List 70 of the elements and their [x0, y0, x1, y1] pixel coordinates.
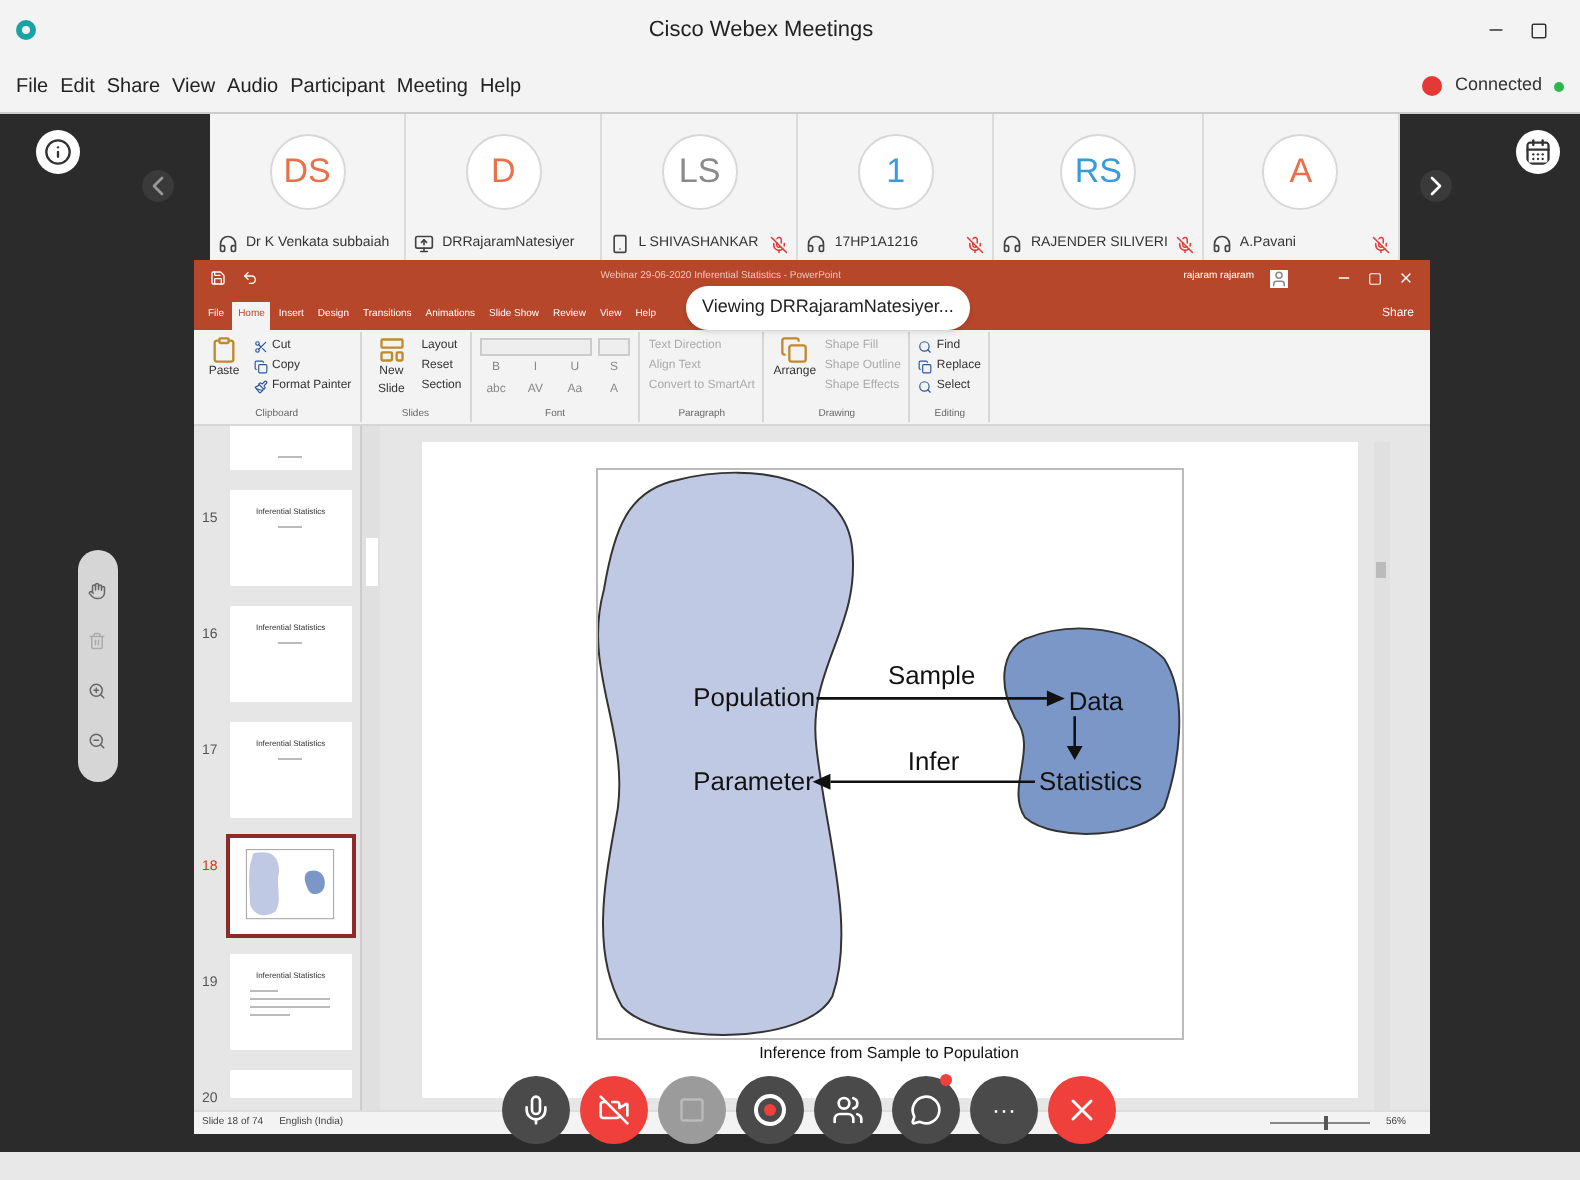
record-status-icon	[1422, 76, 1443, 96]
zoom-in-icon[interactable]	[88, 682, 106, 700]
diagram-label: Data	[1067, 686, 1123, 717]
slide-thumbnail[interactable]	[229, 838, 352, 934]
next-icon[interactable]	[1420, 170, 1452, 202]
copy-icon	[918, 359, 933, 373]
slide-thumbnail[interactable]	[229, 426, 352, 470]
user-avatar-icon[interactable]	[1270, 269, 1288, 287]
menu-item[interactable]: Edit	[60, 71, 95, 101]
headset-icon	[806, 234, 827, 254]
down-arrow	[1065, 716, 1082, 760]
zoom-out-icon[interactable]	[88, 732, 106, 750]
zoom-slider-thumb[interactable]	[1324, 1116, 1329, 1130]
font-name-field[interactable]	[479, 338, 592, 356]
menu-item[interactable]: Participant	[290, 71, 385, 101]
info-icon[interactable]	[36, 130, 80, 174]
scroll-bar[interactable]	[362, 426, 380, 1110]
screen-share-icon	[414, 234, 435, 254]
scissors-icon	[254, 339, 268, 353]
menu-item[interactable]: File	[16, 71, 49, 101]
previous-icon[interactable]	[142, 170, 174, 202]
menu-item[interactable]: View	[172, 71, 216, 101]
slide-thumbnail[interactable]	[229, 1070, 352, 1098]
stacked-shapes-icon	[780, 336, 809, 364]
participants-icon	[832, 1094, 864, 1126]
zoom-slider[interactable]	[1269, 1116, 1370, 1130]
diagram-label: Sample	[887, 660, 975, 691]
diagram-label: Parameter	[692, 765, 813, 796]
bullet-lines-icon	[250, 990, 331, 1016]
slide-layout-icon	[377, 336, 406, 364]
subtitle-line-icon	[278, 456, 303, 458]
connection-status: Connected	[1454, 72, 1542, 99]
search-icon	[918, 339, 933, 353]
copy-icon	[254, 359, 268, 373]
window-title: Cisco Webex Meetings	[646, 15, 876, 46]
menu-item[interactable]: Help	[479, 71, 522, 101]
clipboard-icon	[210, 336, 238, 364]
undo-icon[interactable]	[242, 270, 258, 286]
avatar: D	[465, 133, 542, 209]
maximize-icon[interactable]	[1530, 21, 1548, 39]
menu-item[interactable]: Audio	[227, 71, 279, 101]
save-icon[interactable]	[210, 270, 226, 286]
subtitle-line-icon	[278, 526, 303, 528]
phone-icon	[610, 234, 631, 254]
subtitle-line-icon	[278, 642, 303, 644]
menu-item[interactable]: Share	[106, 71, 161, 101]
search-icon	[918, 379, 933, 393]
diagram-label: Infer	[906, 745, 959, 776]
slide-caption: Inference from Sample to Population	[759, 1044, 1019, 1062]
avatar: LS	[661, 133, 738, 209]
headset-icon	[1002, 234, 1023, 254]
font-size-field[interactable]	[597, 338, 630, 356]
avatar: DS	[269, 133, 346, 209]
headset-icon	[218, 234, 238, 254]
diagram-label: Statistics	[1037, 765, 1142, 796]
avatar: RS	[1060, 133, 1137, 209]
avatar: 1	[857, 133, 934, 209]
headset-icon	[1211, 234, 1232, 254]
record-icon	[754, 1094, 786, 1126]
avatar: A	[1262, 133, 1339, 209]
diagram-label: Population	[692, 682, 815, 713]
video-off-icon	[598, 1094, 630, 1126]
scroll-bar[interactable]	[1373, 442, 1389, 1110]
app-logo-icon	[16, 20, 36, 40]
close-icon[interactable]	[1398, 270, 1414, 286]
viewing-banner: Viewing DRRajaramNatesiyer...	[686, 286, 970, 330]
paintbrush-icon	[254, 379, 268, 393]
menu-item[interactable]: Meeting	[396, 71, 468, 101]
chat-icon	[910, 1094, 942, 1126]
subtitle-line-icon	[278, 758, 303, 760]
